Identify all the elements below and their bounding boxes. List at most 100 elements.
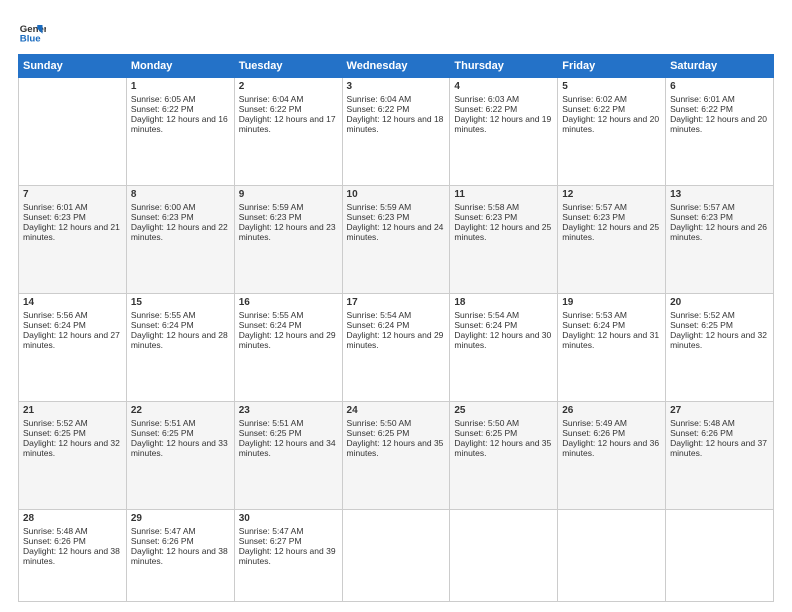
day-number: 8 <box>131 189 230 200</box>
sunrise-text: Sunrise: 6:00 AM <box>131 202 196 212</box>
day-number: 26 <box>562 405 661 416</box>
daylight-text: Daylight: 12 hours and 33 minutes. <box>131 438 228 458</box>
day-number: 6 <box>670 81 769 92</box>
daylight-text: Daylight: 12 hours and 19 minutes. <box>454 114 551 134</box>
daylight-text: Daylight: 12 hours and 21 minutes. <box>23 222 120 242</box>
calendar-cell: 11Sunrise: 5:58 AMSunset: 6:23 PMDayligh… <box>450 185 558 293</box>
sunset-text: Sunset: 6:23 PM <box>454 212 517 222</box>
daylight-text: Daylight: 12 hours and 26 minutes. <box>670 222 767 242</box>
calendar-week-2: 7Sunrise: 6:01 AMSunset: 6:23 PMDaylight… <box>19 185 774 293</box>
day-number: 17 <box>347 297 446 308</box>
sunset-text: Sunset: 6:23 PM <box>239 212 302 222</box>
sunrise-text: Sunrise: 5:52 AM <box>23 418 88 428</box>
calendar-cell: 14Sunrise: 5:56 AMSunset: 6:24 PMDayligh… <box>19 293 127 401</box>
sunset-text: Sunset: 6:24 PM <box>347 320 410 330</box>
calendar-cell: 24Sunrise: 5:50 AMSunset: 6:25 PMDayligh… <box>342 401 450 509</box>
weekday-header-saturday: Saturday <box>666 55 774 78</box>
daylight-text: Daylight: 12 hours and 24 minutes. <box>347 222 444 242</box>
sunset-text: Sunset: 6:24 PM <box>239 320 302 330</box>
daylight-text: Daylight: 12 hours and 35 minutes. <box>454 438 551 458</box>
calendar-cell: 22Sunrise: 5:51 AMSunset: 6:25 PMDayligh… <box>126 401 234 509</box>
logo: General Blue <box>18 18 46 46</box>
day-number: 27 <box>670 405 769 416</box>
calendar-week-4: 21Sunrise: 5:52 AMSunset: 6:25 PMDayligh… <box>19 401 774 509</box>
sunset-text: Sunset: 6:26 PM <box>23 536 86 546</box>
day-number: 16 <box>239 297 338 308</box>
sunset-text: Sunset: 6:22 PM <box>454 104 517 114</box>
calendar-cell: 2Sunrise: 6:04 AMSunset: 6:22 PMDaylight… <box>234 78 342 186</box>
calendar-cell: 9Sunrise: 5:59 AMSunset: 6:23 PMDaylight… <box>234 185 342 293</box>
sunrise-text: Sunrise: 6:01 AM <box>670 94 735 104</box>
day-number: 15 <box>131 297 230 308</box>
sunset-text: Sunset: 6:24 PM <box>23 320 86 330</box>
sunset-text: Sunset: 6:22 PM <box>131 104 194 114</box>
daylight-text: Daylight: 12 hours and 32 minutes. <box>23 438 120 458</box>
day-number: 25 <box>454 405 553 416</box>
sunset-text: Sunset: 6:25 PM <box>239 428 302 438</box>
daylight-text: Daylight: 12 hours and 37 minutes. <box>670 438 767 458</box>
daylight-text: Daylight: 12 hours and 20 minutes. <box>562 114 659 134</box>
daylight-text: Daylight: 12 hours and 22 minutes. <box>131 222 228 242</box>
sunset-text: Sunset: 6:24 PM <box>562 320 625 330</box>
weekday-header-tuesday: Tuesday <box>234 55 342 78</box>
calendar-week-1: 1Sunrise: 6:05 AMSunset: 6:22 PMDaylight… <box>19 78 774 186</box>
day-number: 9 <box>239 189 338 200</box>
sunset-text: Sunset: 6:26 PM <box>562 428 625 438</box>
calendar-cell <box>666 509 774 601</box>
sunrise-text: Sunrise: 5:59 AM <box>239 202 304 212</box>
day-number: 11 <box>454 189 553 200</box>
daylight-text: Daylight: 12 hours and 31 minutes. <box>562 330 659 350</box>
daylight-text: Daylight: 12 hours and 28 minutes. <box>131 330 228 350</box>
calendar-cell: 30Sunrise: 5:47 AMSunset: 6:27 PMDayligh… <box>234 509 342 601</box>
day-number: 22 <box>131 405 230 416</box>
sunset-text: Sunset: 6:24 PM <box>454 320 517 330</box>
calendar-cell: 20Sunrise: 5:52 AMSunset: 6:25 PMDayligh… <box>666 293 774 401</box>
sunrise-text: Sunrise: 5:56 AM <box>23 310 88 320</box>
calendar-cell: 27Sunrise: 5:48 AMSunset: 6:26 PMDayligh… <box>666 401 774 509</box>
day-number: 23 <box>239 405 338 416</box>
calendar-cell: 17Sunrise: 5:54 AMSunset: 6:24 PMDayligh… <box>342 293 450 401</box>
daylight-text: Daylight: 12 hours and 38 minutes. <box>23 546 120 566</box>
calendar-week-5: 28Sunrise: 5:48 AMSunset: 6:26 PMDayligh… <box>19 509 774 601</box>
sunset-text: Sunset: 6:27 PM <box>239 536 302 546</box>
sunrise-text: Sunrise: 5:49 AM <box>562 418 627 428</box>
sunrise-text: Sunrise: 5:51 AM <box>131 418 196 428</box>
daylight-text: Daylight: 12 hours and 27 minutes. <box>23 330 120 350</box>
daylight-text: Daylight: 12 hours and 18 minutes. <box>347 114 444 134</box>
day-number: 10 <box>347 189 446 200</box>
sunset-text: Sunset: 6:23 PM <box>23 212 86 222</box>
calendar-cell: 18Sunrise: 5:54 AMSunset: 6:24 PMDayligh… <box>450 293 558 401</box>
calendar-cell: 25Sunrise: 5:50 AMSunset: 6:25 PMDayligh… <box>450 401 558 509</box>
daylight-text: Daylight: 12 hours and 39 minutes. <box>239 546 336 566</box>
calendar-table: SundayMondayTuesdayWednesdayThursdayFrid… <box>18 54 774 602</box>
day-number: 28 <box>23 513 122 524</box>
sunset-text: Sunset: 6:26 PM <box>131 536 194 546</box>
day-number: 2 <box>239 81 338 92</box>
day-number: 19 <box>562 297 661 308</box>
sunrise-text: Sunrise: 5:55 AM <box>239 310 304 320</box>
sunrise-text: Sunrise: 5:50 AM <box>347 418 412 428</box>
day-number: 18 <box>454 297 553 308</box>
day-number: 4 <box>454 81 553 92</box>
day-number: 29 <box>131 513 230 524</box>
sunrise-text: Sunrise: 6:02 AM <box>562 94 627 104</box>
calendar-cell <box>558 509 666 601</box>
calendar-cell: 8Sunrise: 6:00 AMSunset: 6:23 PMDaylight… <box>126 185 234 293</box>
weekday-header-thursday: Thursday <box>450 55 558 78</box>
sunrise-text: Sunrise: 5:53 AM <box>562 310 627 320</box>
weekday-header-row: SundayMondayTuesdayWednesdayThursdayFrid… <box>19 55 774 78</box>
sunrise-text: Sunrise: 5:58 AM <box>454 202 519 212</box>
daylight-text: Daylight: 12 hours and 17 minutes. <box>239 114 336 134</box>
calendar-cell: 15Sunrise: 5:55 AMSunset: 6:24 PMDayligh… <box>126 293 234 401</box>
daylight-text: Daylight: 12 hours and 32 minutes. <box>670 330 767 350</box>
calendar-cell <box>342 509 450 601</box>
daylight-text: Daylight: 12 hours and 30 minutes. <box>454 330 551 350</box>
sunrise-text: Sunrise: 5:51 AM <box>239 418 304 428</box>
sunset-text: Sunset: 6:24 PM <box>131 320 194 330</box>
sunrise-text: Sunrise: 5:54 AM <box>347 310 412 320</box>
sunrise-text: Sunrise: 5:59 AM <box>347 202 412 212</box>
sunset-text: Sunset: 6:25 PM <box>670 320 733 330</box>
sunrise-text: Sunrise: 6:04 AM <box>347 94 412 104</box>
daylight-text: Daylight: 12 hours and 20 minutes. <box>670 114 767 134</box>
sunset-text: Sunset: 6:22 PM <box>347 104 410 114</box>
